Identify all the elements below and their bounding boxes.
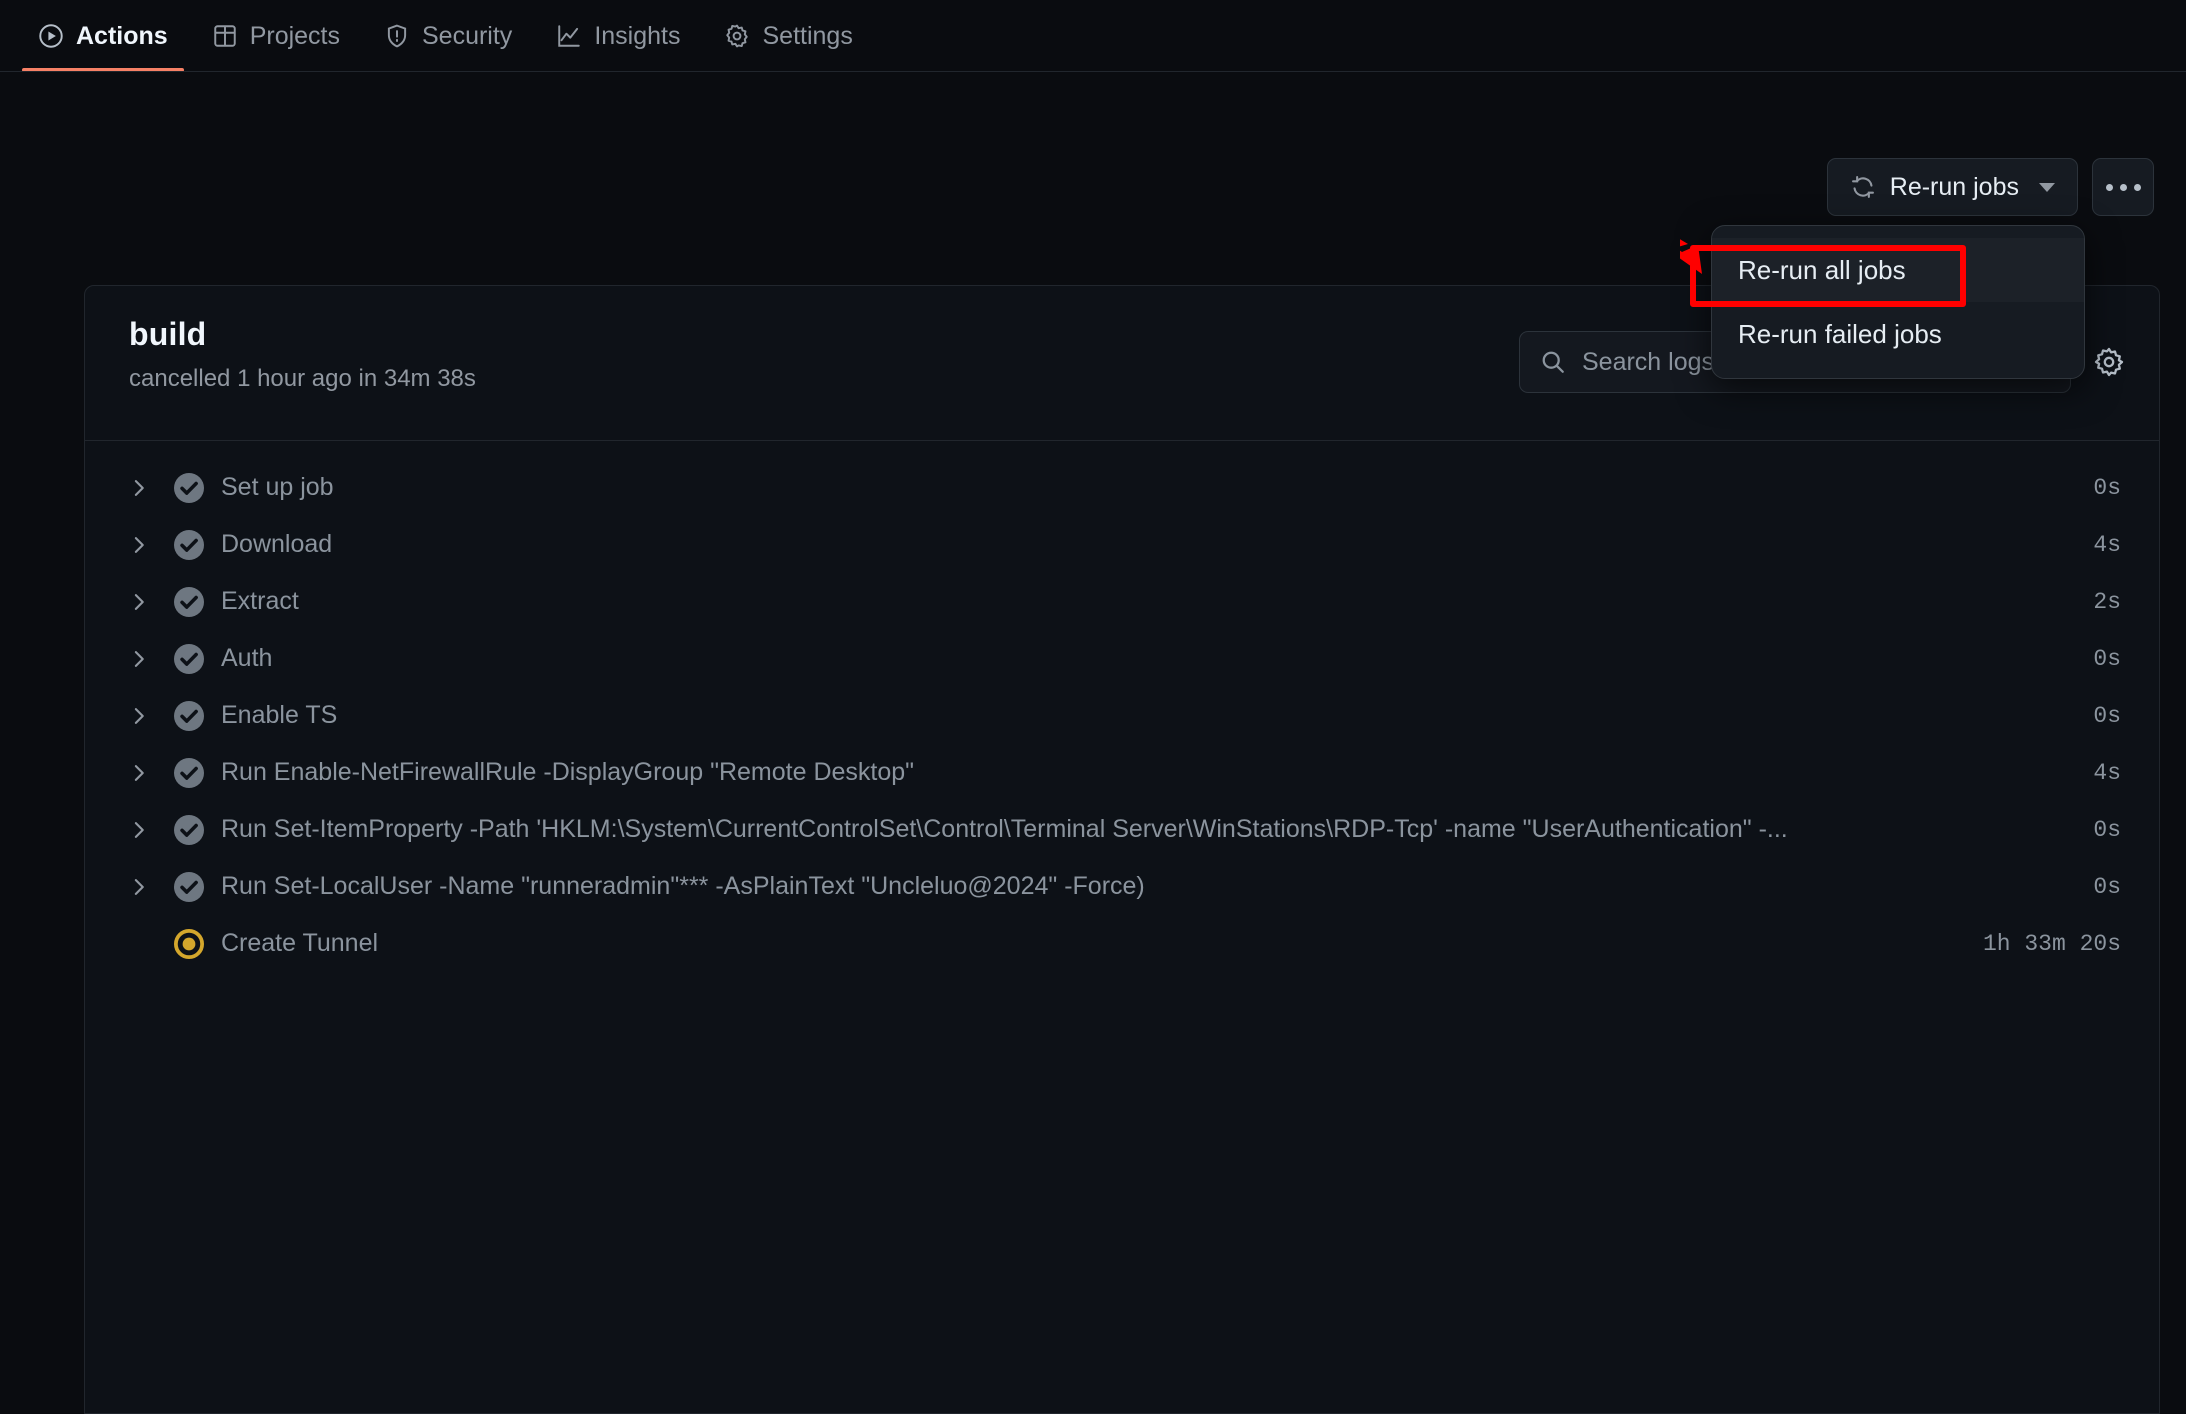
- chevron-right-icon[interactable]: [129, 877, 163, 897]
- re-run-jobs-label: Re-run jobs: [1889, 172, 2019, 201]
- step-row[interactable]: Set up job 0s: [85, 459, 2159, 516]
- chevron-down-icon: [2039, 182, 2055, 192]
- nav-item-actions[interactable]: Actions: [16, 0, 190, 72]
- nav-item-insights[interactable]: Insights: [534, 0, 702, 72]
- chevron-right-icon[interactable]: [129, 820, 163, 840]
- nav-item-projects[interactable]: Projects: [190, 0, 362, 72]
- search-icon: [1542, 351, 1564, 373]
- menu-item-re-run-failed-jobs[interactable]: Re-run failed jobs: [1712, 302, 2084, 366]
- status-success-icon: [163, 472, 215, 503]
- run-toolbar: Re-run jobs: [1826, 158, 2154, 216]
- status-success-icon: [163, 586, 215, 617]
- step-label: Run Set-ItemProperty -Path 'HKLM:\System…: [221, 815, 1788, 843]
- more-options-button[interactable]: [2092, 158, 2154, 216]
- step-duration: 0s: [2093, 873, 2121, 900]
- gear-icon: [724, 23, 750, 49]
- step-duration: 0s: [2093, 816, 2121, 843]
- status-success-icon: [163, 700, 215, 731]
- status-success-icon: [163, 643, 215, 674]
- status-success-icon: [163, 757, 215, 788]
- step-row[interactable]: Create Tunnel 1h 33m 20s: [85, 915, 2159, 972]
- step-duration: 0s: [2093, 474, 2121, 501]
- job-detail-panel: build cancelled 1 hour ago in 34m 38s Se…: [84, 285, 2160, 1414]
- menu-item-label: Re-run failed jobs: [1738, 318, 1942, 349]
- menu-item-re-run-all-jobs[interactable]: Re-run all jobs: [1712, 238, 2084, 302]
- step-row[interactable]: Run Set-ItemProperty -Path 'HKLM:\System…: [85, 801, 2159, 858]
- step-duration: 4s: [2093, 759, 2121, 786]
- nav-item-label: Settings: [762, 21, 853, 50]
- step-row[interactable]: Run Enable-NetFirewallRule -DisplayGroup…: [85, 744, 2159, 801]
- nav-item-label: Actions: [76, 21, 168, 50]
- table-icon: [212, 23, 238, 49]
- menu-item-label: Re-run all jobs: [1738, 254, 1906, 285]
- step-label: Enable TS: [221, 701, 338, 729]
- top-navigation-bar: Actions Projects Security Insights Setti…: [0, 0, 2186, 72]
- nav-item-label: Insights: [594, 21, 681, 50]
- step-label: Extract: [221, 587, 299, 615]
- step-label: Download: [221, 530, 333, 558]
- shield-alert-icon: [384, 23, 410, 49]
- chevron-right-icon[interactable]: [129, 535, 163, 555]
- chevron-right-icon[interactable]: [129, 478, 163, 498]
- step-row[interactable]: Run Set-LocalUser -Name "runneradmin"***…: [85, 858, 2159, 915]
- step-row[interactable]: Download 4s: [85, 516, 2159, 573]
- status-cancelled-icon: [163, 928, 215, 959]
- step-label: Create Tunnel: [221, 929, 379, 957]
- chevron-right-icon[interactable]: [129, 706, 163, 726]
- nav-bottom-divider: [0, 71, 2186, 72]
- nav-item-security[interactable]: Security: [362, 0, 534, 72]
- step-label: Run Enable-NetFirewallRule -DisplayGroup…: [221, 758, 915, 786]
- step-row[interactable]: Extract 2s: [85, 573, 2159, 630]
- step-row[interactable]: Enable TS 0s: [85, 687, 2159, 744]
- log-settings-gear-icon[interactable]: [2093, 346, 2125, 378]
- graph-icon: [556, 23, 582, 49]
- job-steps-list: Set up job 0s Download 4s Extract 2s Aut…: [85, 441, 2159, 972]
- step-duration: 1h 33m 20s: [1982, 930, 2121, 957]
- step-label: Set up job: [221, 473, 334, 501]
- play-circle-icon: [38, 23, 64, 49]
- re-run-jobs-dropdown-menu: Re-run all jobs Re-run failed jobs: [1711, 225, 2085, 379]
- chevron-right-icon[interactable]: [129, 763, 163, 783]
- step-duration: 0s: [2093, 702, 2121, 729]
- kebab-horizontal-icon: [2119, 183, 2127, 191]
- refresh-icon: [1850, 174, 1876, 200]
- status-success-icon: [163, 814, 215, 845]
- kebab-horizontal-icon: [2133, 183, 2141, 191]
- nav-item-settings[interactable]: Settings: [702, 0, 874, 72]
- chevron-right-icon[interactable]: [129, 592, 163, 612]
- status-success-icon: [163, 529, 215, 560]
- chevron-right-icon[interactable]: [129, 649, 163, 669]
- nav-item-label: Security: [422, 21, 513, 50]
- step-row[interactable]: Auth 0s: [85, 630, 2159, 687]
- re-run-jobs-button[interactable]: Re-run jobs: [1826, 158, 2078, 216]
- step-label: Run Set-LocalUser -Name "runneradmin"***…: [221, 872, 1145, 900]
- step-label: Auth: [221, 644, 273, 672]
- step-duration: 0s: [2093, 645, 2121, 672]
- step-duration: 2s: [2093, 588, 2121, 615]
- kebab-horizontal-icon: [2105, 183, 2113, 191]
- step-duration: 4s: [2093, 531, 2121, 558]
- nav-item-label: Projects: [249, 21, 340, 50]
- status-success-icon: [163, 871, 215, 902]
